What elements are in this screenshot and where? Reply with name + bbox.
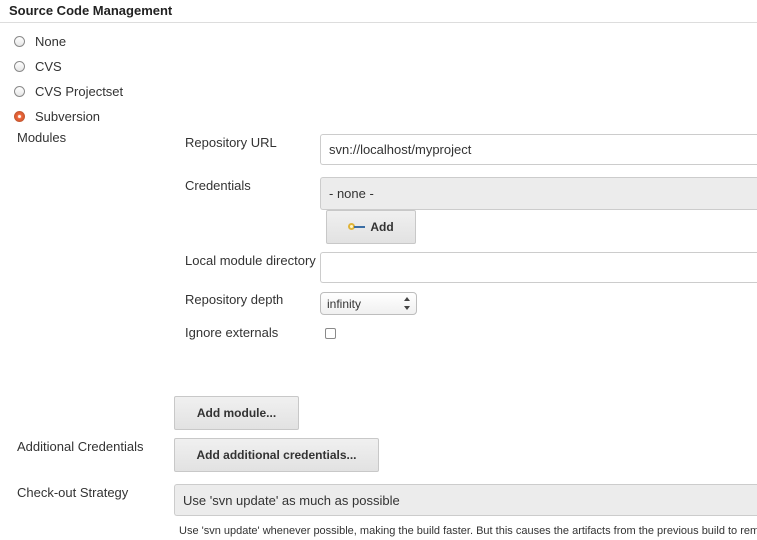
repository-url-input[interactable]: svn://localhost/myproject bbox=[320, 134, 757, 165]
select-arrows-icon bbox=[404, 297, 410, 310]
ignore-externals-label: Ignore externals bbox=[185, 325, 279, 340]
radio-cvs[interactable] bbox=[14, 60, 25, 72]
additional-credentials-label: Additional Credentials bbox=[17, 439, 144, 454]
checkout-strategy-help: Use 'svn update' whenever possible, maki… bbox=[179, 525, 757, 537]
credentials-label: Credentials bbox=[185, 178, 251, 193]
repository-url-label: Repository URL bbox=[185, 135, 277, 150]
radio-label-cvs: CVS bbox=[35, 58, 62, 74]
add-credentials-label: Add bbox=[370, 220, 394, 234]
checkout-strategy-label: Check-out Strategy bbox=[17, 485, 129, 500]
repository-depth-value: infinity bbox=[327, 296, 362, 311]
checkout-strategy-value: Use 'svn update' as much as possible bbox=[183, 492, 400, 508]
checkout-strategy-select[interactable]: Use 'svn update' as much as possible bbox=[174, 484, 757, 516]
radio-none[interactable] bbox=[14, 35, 25, 47]
add-module-label: Add module... bbox=[196, 406, 277, 420]
key-icon bbox=[348, 223, 366, 231]
credentials-value: - none - bbox=[329, 186, 374, 201]
radio-label-none: None bbox=[35, 33, 67, 49]
add-additional-credentials-label: Add additional credentials... bbox=[196, 448, 357, 462]
add-module-button[interactable]: Add module... bbox=[174, 396, 299, 430]
repository-depth-select[interactable]: infinity bbox=[320, 292, 417, 315]
scm-option-subversion[interactable]: Subversion bbox=[14, 107, 100, 125]
scm-option-cvs[interactable]: CVS bbox=[14, 57, 62, 75]
local-module-directory-label: Local module directory bbox=[185, 253, 316, 268]
modules-label: Modules bbox=[17, 130, 67, 145]
scm-option-cvs-projectset[interactable]: CVS Projectset bbox=[14, 82, 123, 100]
radio-subversion[interactable] bbox=[14, 110, 25, 122]
radio-cvs-projectset[interactable] bbox=[14, 85, 25, 97]
local-module-directory-input[interactable] bbox=[320, 252, 757, 283]
radio-label-subversion: Subversion bbox=[35, 108, 101, 124]
repository-depth-label: Repository depth bbox=[185, 292, 284, 307]
radio-label-cvs-projectset: CVS Projectset bbox=[35, 83, 124, 99]
scm-option-none[interactable]: None bbox=[14, 32, 66, 50]
section-divider bbox=[0, 22, 757, 23]
ignore-externals-checkbox[interactable] bbox=[325, 328, 336, 339]
repository-url-value: svn://localhost/myproject bbox=[329, 142, 472, 157]
add-credentials-button[interactable]: Add bbox=[326, 210, 416, 244]
credentials-select[interactable]: - none - bbox=[320, 177, 757, 210]
add-additional-credentials-button[interactable]: Add additional credentials... bbox=[174, 438, 379, 472]
section-title: Source Code Management bbox=[9, 3, 173, 18]
